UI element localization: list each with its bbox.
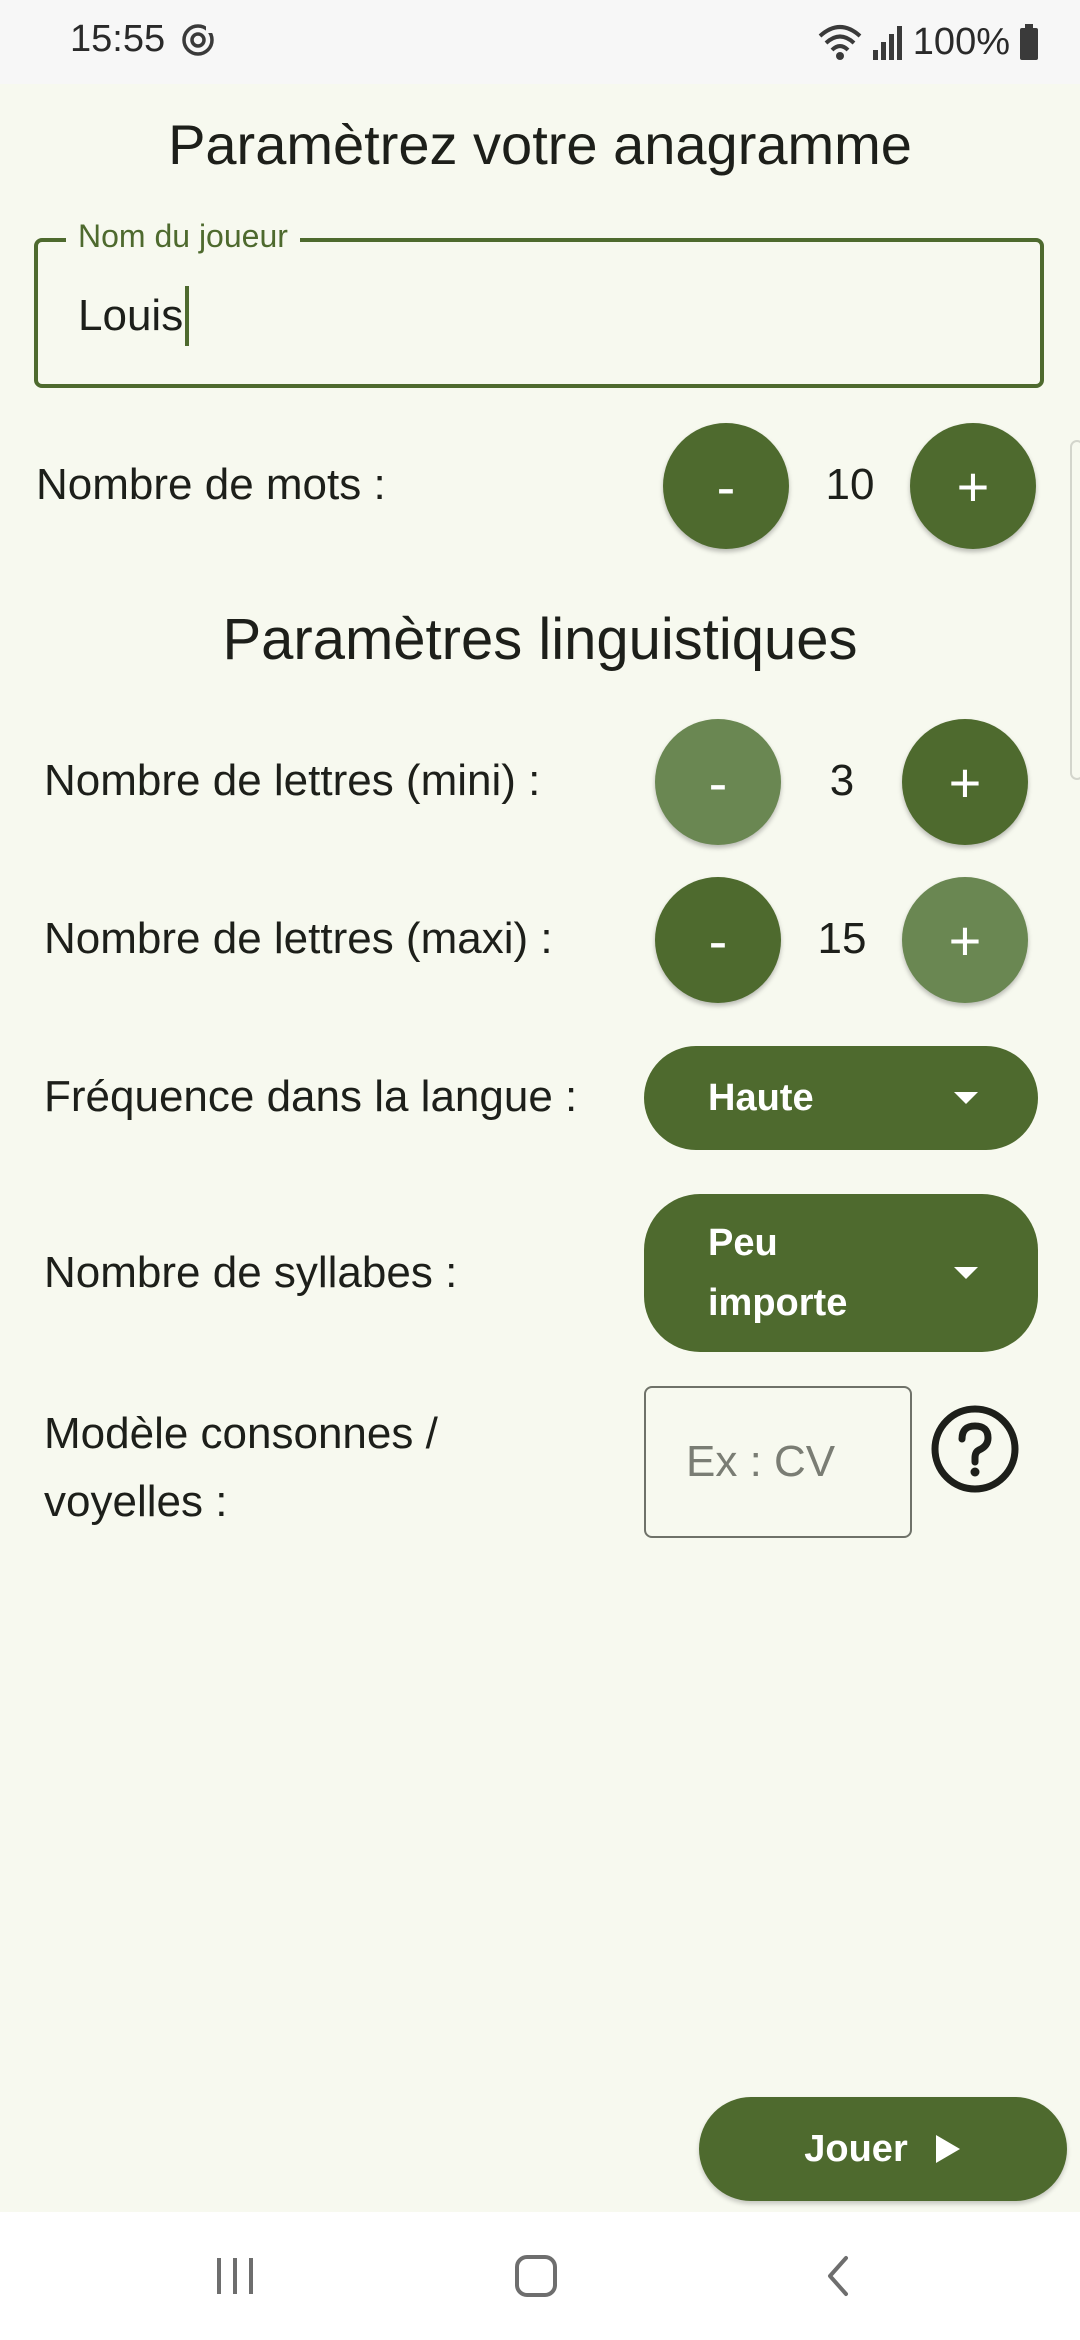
linguistic-section-title: Paramètres linguistiques [222, 607, 858, 672]
max-letters-increase-button[interactable]: + [902, 877, 1028, 1003]
scrollbar[interactable] [1070, 440, 1080, 780]
chevron-down-icon [954, 1267, 978, 1279]
syllables-label: Nombre de syllabes : [44, 1248, 458, 1297]
pattern-label: Modèle consonnes / voyelles : [44, 1400, 438, 1536]
words-count-label: Nombre de mots : [36, 460, 386, 509]
max-letters-decrease-button[interactable]: - [655, 877, 781, 1003]
frequency-label: Fréquence dans la langue : [44, 1072, 578, 1121]
sync-icon [182, 24, 214, 56]
frequency-selected: Haute [708, 1076, 814, 1119]
play-button-label: Jouer [804, 2127, 908, 2170]
help-icon[interactable] [930, 1404, 1020, 1494]
max-letters-label: Nombre de lettres (maxi) : [44, 914, 553, 963]
home-button[interactable] [476, 2240, 596, 2312]
player-name-value: Louis [78, 291, 184, 340]
battery-icon [1020, 24, 1038, 60]
words-increase-button[interactable]: + [910, 423, 1036, 549]
home-icon [515, 2255, 557, 2297]
syllables-selected-line2: importe [708, 1282, 848, 1324]
pattern-label-line1: Modèle consonnes / [44, 1409, 438, 1458]
frequency-dropdown[interactable]: Haute [644, 1046, 1038, 1150]
words-decrease-button[interactable]: - [663, 423, 789, 549]
player-name-label: Nom du joueur [66, 218, 300, 255]
chevron-down-icon [954, 1092, 978, 1104]
wifi-icon [818, 25, 862, 60]
min-letters-value: 3 [829, 756, 855, 805]
battery-percent: 100% [912, 20, 1010, 63]
syllables-dropdown[interactable]: Peu importe [644, 1194, 1038, 1352]
syllables-selected-line1: Peu [708, 1222, 778, 1264]
min-letters-label: Nombre de lettres (mini) : [44, 756, 541, 805]
page-title: Paramètrez votre anagramme [168, 113, 912, 176]
words-count-value: 10 [825, 460, 875, 509]
pattern-label-line2: voyelles : [44, 1477, 228, 1526]
play-button[interactable]: Jouer [699, 2097, 1067, 2201]
recents-icon [217, 2258, 253, 2294]
min-letters-decrease-button[interactable]: - [655, 719, 781, 845]
syllables-selected: Peu importe [708, 1213, 847, 1333]
back-button[interactable] [778, 2240, 898, 2312]
status-icons: 100% [817, 18, 1040, 66]
min-letters-increase-button[interactable]: + [902, 719, 1028, 845]
pattern-input[interactable] [644, 1386, 912, 1538]
back-icon [828, 2256, 848, 2296]
recents-button[interactable] [175, 2240, 295, 2312]
text-cursor [185, 286, 190, 346]
player-name-input[interactable]: Louis [78, 286, 190, 346]
max-letters-value: 15 [817, 914, 867, 963]
signal-icon [872, 26, 902, 60]
status-time: 15:55 [70, 18, 166, 60]
play-icon [935, 2135, 960, 2163]
